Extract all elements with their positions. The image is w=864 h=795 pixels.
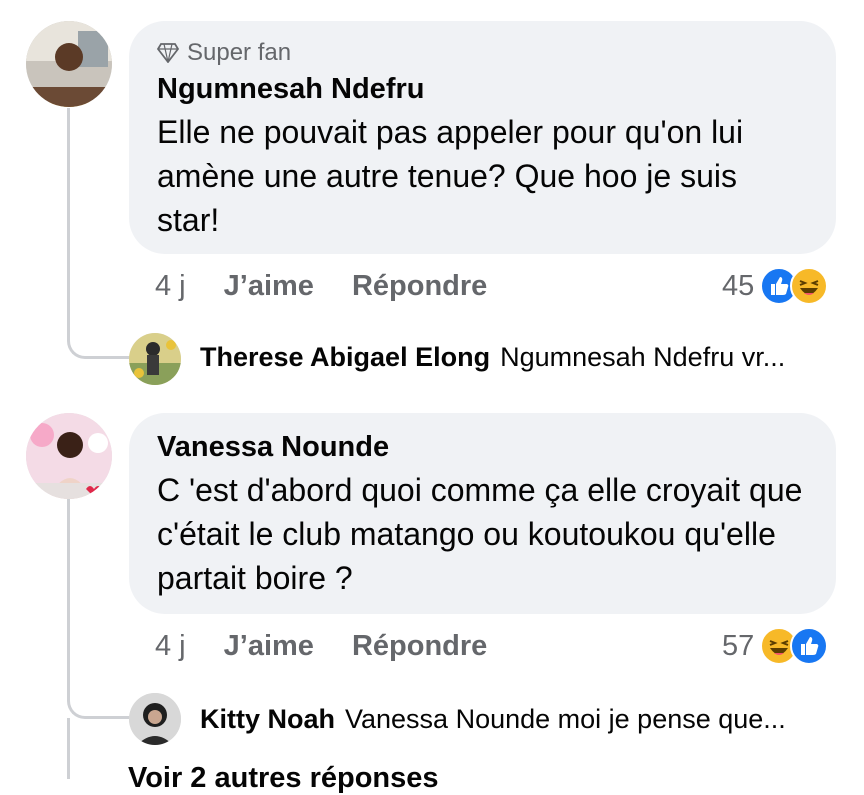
reply-author[interactable]: Therese Abigael Elong	[200, 342, 490, 373]
like-button[interactable]: J’aime	[224, 630, 314, 663]
comment-text: C 'est d'abord quoi comme ça elle croyai…	[157, 472, 803, 596]
reply-snippet: Vanessa Nounde moi je pense que...	[345, 704, 786, 734]
reply-avatar[interactable]	[129, 333, 181, 385]
like-button[interactable]: J’aime	[224, 270, 314, 303]
comment-time[interactable]: 4 j	[155, 270, 186, 303]
reaction-count: 57	[722, 629, 755, 662]
haha-icon	[790, 267, 829, 305]
thread-line	[67, 490, 70, 695]
reply-author[interactable]: Kitty Noah	[200, 704, 335, 735]
reply-preview[interactable]: Therese Abigael Elong Ngumnesah Ndefru v…	[200, 342, 785, 373]
diamond-icon	[157, 43, 179, 63]
comment-text: Elle ne pouvait pas appeler pour qu'on l…	[157, 114, 744, 238]
comment-time[interactable]: 4 j	[155, 630, 186, 663]
reaction-summary[interactable]: 57	[722, 627, 829, 665]
comment-author[interactable]: Ngumnesah Ndefru	[157, 73, 808, 106]
badge-label: Super fan	[187, 39, 292, 66]
reply-button[interactable]: Répondre	[352, 630, 487, 663]
comment-actions: 4 j J’aime Répondre	[155, 630, 525, 663]
super-fan-badge: Super fan	[157, 39, 808, 67]
reaction-summary[interactable]: 45	[722, 267, 829, 305]
comment-author[interactable]: Vanessa Nounde	[157, 431, 808, 464]
comment-actions: 4 j J’aime Répondre	[155, 270, 525, 303]
thread-line	[67, 108, 70, 333]
reply-connector	[67, 690, 130, 719]
comment-bubble: Vanessa Nounde C 'est d'abord quoi comme…	[129, 413, 836, 614]
reply-button[interactable]: Répondre	[352, 270, 487, 303]
avatar[interactable]	[26, 413, 112, 499]
thread-line	[67, 718, 70, 779]
avatar[interactable]	[26, 21, 112, 107]
reply-snippet: Ngumnesah Ndefru vr...	[500, 342, 786, 372]
comment-bubble: Super fan Ngumnesah Ndefru Elle ne pouva…	[129, 21, 836, 254]
reaction-count: 45	[722, 269, 755, 302]
reply-preview[interactable]: Kitty Noah Vanessa Nounde moi je pense q…	[200, 704, 786, 735]
reply-avatar[interactable]	[129, 693, 181, 745]
reply-connector	[67, 330, 130, 359]
like-icon	[790, 627, 829, 665]
